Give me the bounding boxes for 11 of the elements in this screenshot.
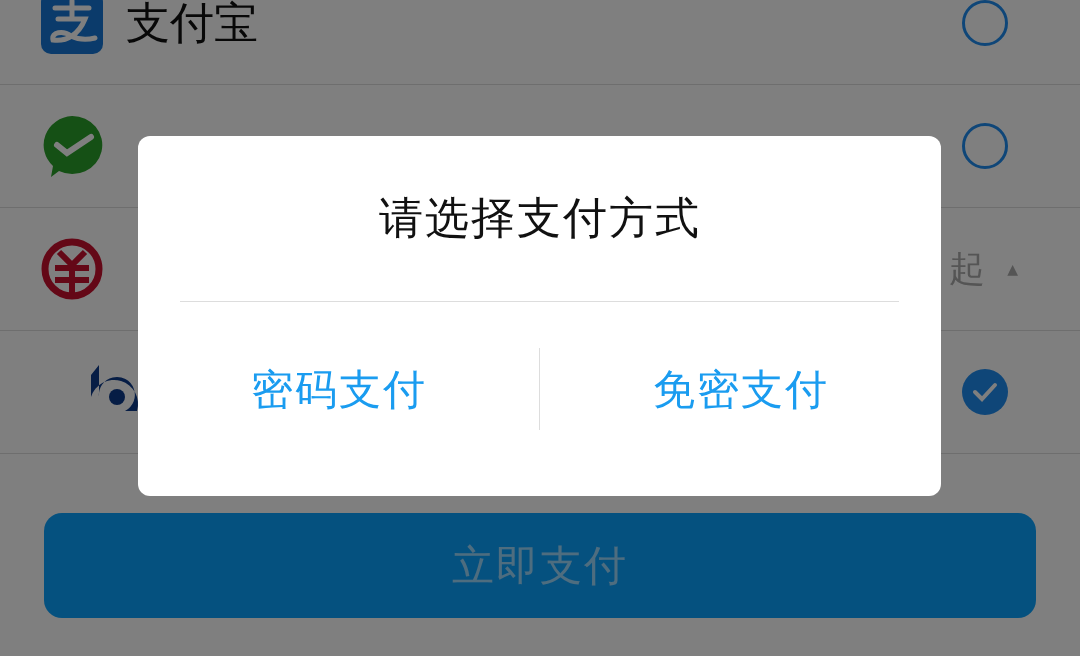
- radio-button[interactable]: [962, 123, 1008, 169]
- collapse-arrow[interactable]: ▲: [1007, 261, 1018, 277]
- option-button[interactable]: 密码支付: [138, 302, 539, 496]
- dialog-title: 请选择支付方式: [378, 191, 701, 245]
- payment-method-name: 支付宝: [126, 0, 259, 50]
- option-button[interactable]: 免密支付: [540, 302, 941, 496]
- chat-bubble-check-icon: [41, 115, 103, 177]
- radio-button[interactable]: [962, 369, 1008, 415]
- radio-button[interactable]: [962, 0, 1008, 46]
- yen-coin-icon: [41, 238, 103, 300]
- pay-now-button[interactable]: 立即支付: [44, 513, 1036, 618]
